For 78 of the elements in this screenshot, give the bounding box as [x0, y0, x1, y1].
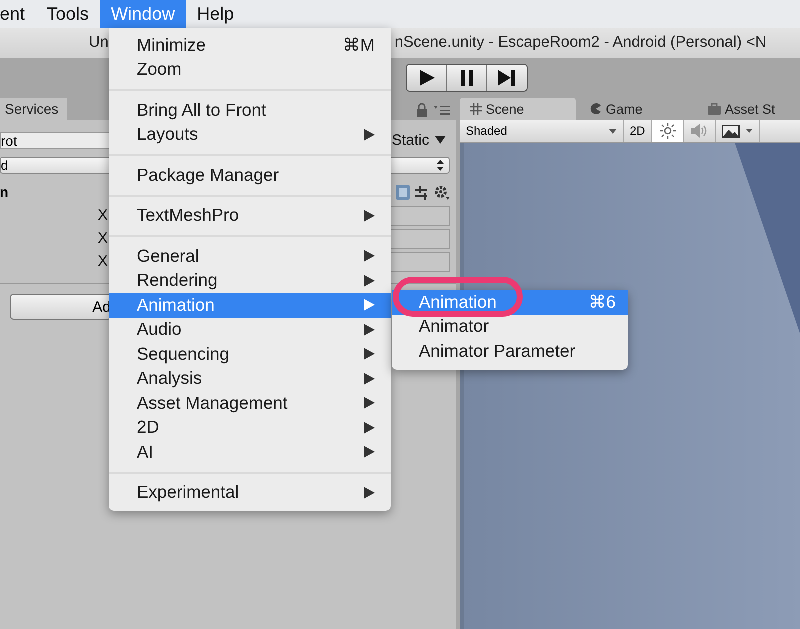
- menu-item-label: Audio: [137, 319, 182, 340]
- menu-item[interactable]: Asset Management: [109, 391, 391, 416]
- shading-dropdown[interactable]: Shaded: [466, 120, 624, 142]
- menu-item[interactable]: Animator: [392, 314, 628, 339]
- menu-item[interactable]: Minimize ⌘M: [109, 33, 391, 58]
- menu-item[interactable]: AI: [109, 440, 391, 464]
- menu-item-label: Asset Management: [137, 392, 288, 414]
- caret-icon: [746, 129, 754, 133]
- menu-item[interactable]: General: [109, 244, 391, 268]
- menu-item-label: Minimize: [137, 34, 206, 56]
- menu-item-label: AI: [137, 442, 154, 463]
- stepper-icon: [437, 160, 444, 171]
- caret-icon: [609, 128, 617, 134]
- pacman-icon: [590, 103, 602, 115]
- gear-icon[interactable]: [434, 184, 450, 200]
- lock-icon[interactable]: [416, 103, 428, 117]
- component-header: n: [0, 184, 9, 200]
- menu-item-label: TextMeshPro: [137, 205, 240, 226]
- menu-item-label: Experimental: [137, 482, 240, 504]
- number-field[interactable]: [390, 206, 450, 226]
- menu-item-label: Analysis: [137, 368, 202, 390]
- static-dropdown[interactable]: Static: [392, 132, 446, 148]
- bag-icon: [708, 103, 721, 115]
- scene-tab[interactable]: Scene: [460, 98, 576, 120]
- menu-item[interactable]: 2D: [109, 416, 391, 440]
- menu-item-label: 2D: [137, 417, 160, 438]
- menu-item-label: Zoom: [137, 59, 182, 80]
- speaker-icon: [690, 124, 709, 138]
- menu-item[interactable]: Audio: [109, 318, 391, 342]
- sliders-icon[interactable]: [415, 184, 429, 200]
- menu-item-label: Layouts: [137, 124, 198, 146]
- menu-item-label: Animation: [419, 292, 497, 313]
- grid-icon: [470, 103, 482, 115]
- play-button[interactable]: [407, 65, 447, 91]
- menu-item[interactable]: Experimental: [109, 480, 391, 505]
- shortcut-label: ⌘6: [588, 292, 616, 313]
- number-field[interactable]: [390, 228, 450, 248]
- menu-item-label: Package Manager: [137, 164, 280, 186]
- menu-item-label: Animator: [419, 316, 490, 338]
- menu-item-label: Bring All to Front: [137, 100, 266, 121]
- axis-label: X: [98, 230, 108, 247]
- menu-item[interactable]: Animation: [109, 293, 391, 318]
- menu-bar-item[interactable]: Help: [186, 0, 246, 28]
- menu-item[interactable]: TextMeshPro: [109, 204, 391, 228]
- axis-label: X: [98, 253, 108, 270]
- menu-icon[interactable]: [434, 105, 450, 115]
- shortcut-label: ⌘M: [342, 34, 375, 56]
- caret-icon: [434, 136, 446, 144]
- sun-icon: [660, 123, 676, 139]
- menu-item[interactable]: Sequencing: [109, 342, 391, 366]
- step-icon: [497, 70, 517, 86]
- services-tab[interactable]: Services: [0, 98, 67, 120]
- step-button[interactable]: [487, 65, 527, 91]
- menu-item-label: Sequencing: [137, 344, 230, 365]
- scene-tab[interactable]: Game: [580, 98, 696, 120]
- menu-item[interactable]: Analysis: [109, 366, 391, 391]
- window-title: Un: [89, 34, 109, 52]
- window-title: nScene.unity - EscapeRoom2 - Android (Personal) <N: [394, 34, 767, 52]
- pause-icon: [460, 70, 474, 86]
- menu-item-label: General: [137, 246, 200, 267]
- menu-item-label: Animator Parameter: [419, 340, 576, 362]
- menu-bar-item[interactable]: Window: [100, 0, 186, 28]
- number-field[interactable]: [390, 252, 450, 272]
- scene-tab[interactable]: Asset St: [700, 98, 776, 120]
- menu-item[interactable]: Bring All to Front: [109, 98, 391, 122]
- pause-button[interactable]: [447, 65, 487, 91]
- image-icon: [722, 124, 740, 138]
- menu-bar-item[interactable]: Tools: [36, 0, 100, 28]
- lighting-toggle[interactable]: [652, 120, 684, 142]
- menu-item-label: Animation: [137, 294, 215, 316]
- menu-item[interactable]: Rendering: [109, 268, 391, 293]
- menu-item[interactable]: Layouts: [109, 122, 391, 147]
- play-icon: [418, 70, 436, 86]
- menu-bar-item[interactable]: ent: [0, 0, 36, 28]
- menu-item-label: Rendering: [137, 270, 218, 292]
- menu-item[interactable]: Package Manager: [109, 163, 391, 188]
- menu-item[interactable]: Animator Parameter: [392, 339, 628, 364]
- axis-label: X: [98, 207, 108, 224]
